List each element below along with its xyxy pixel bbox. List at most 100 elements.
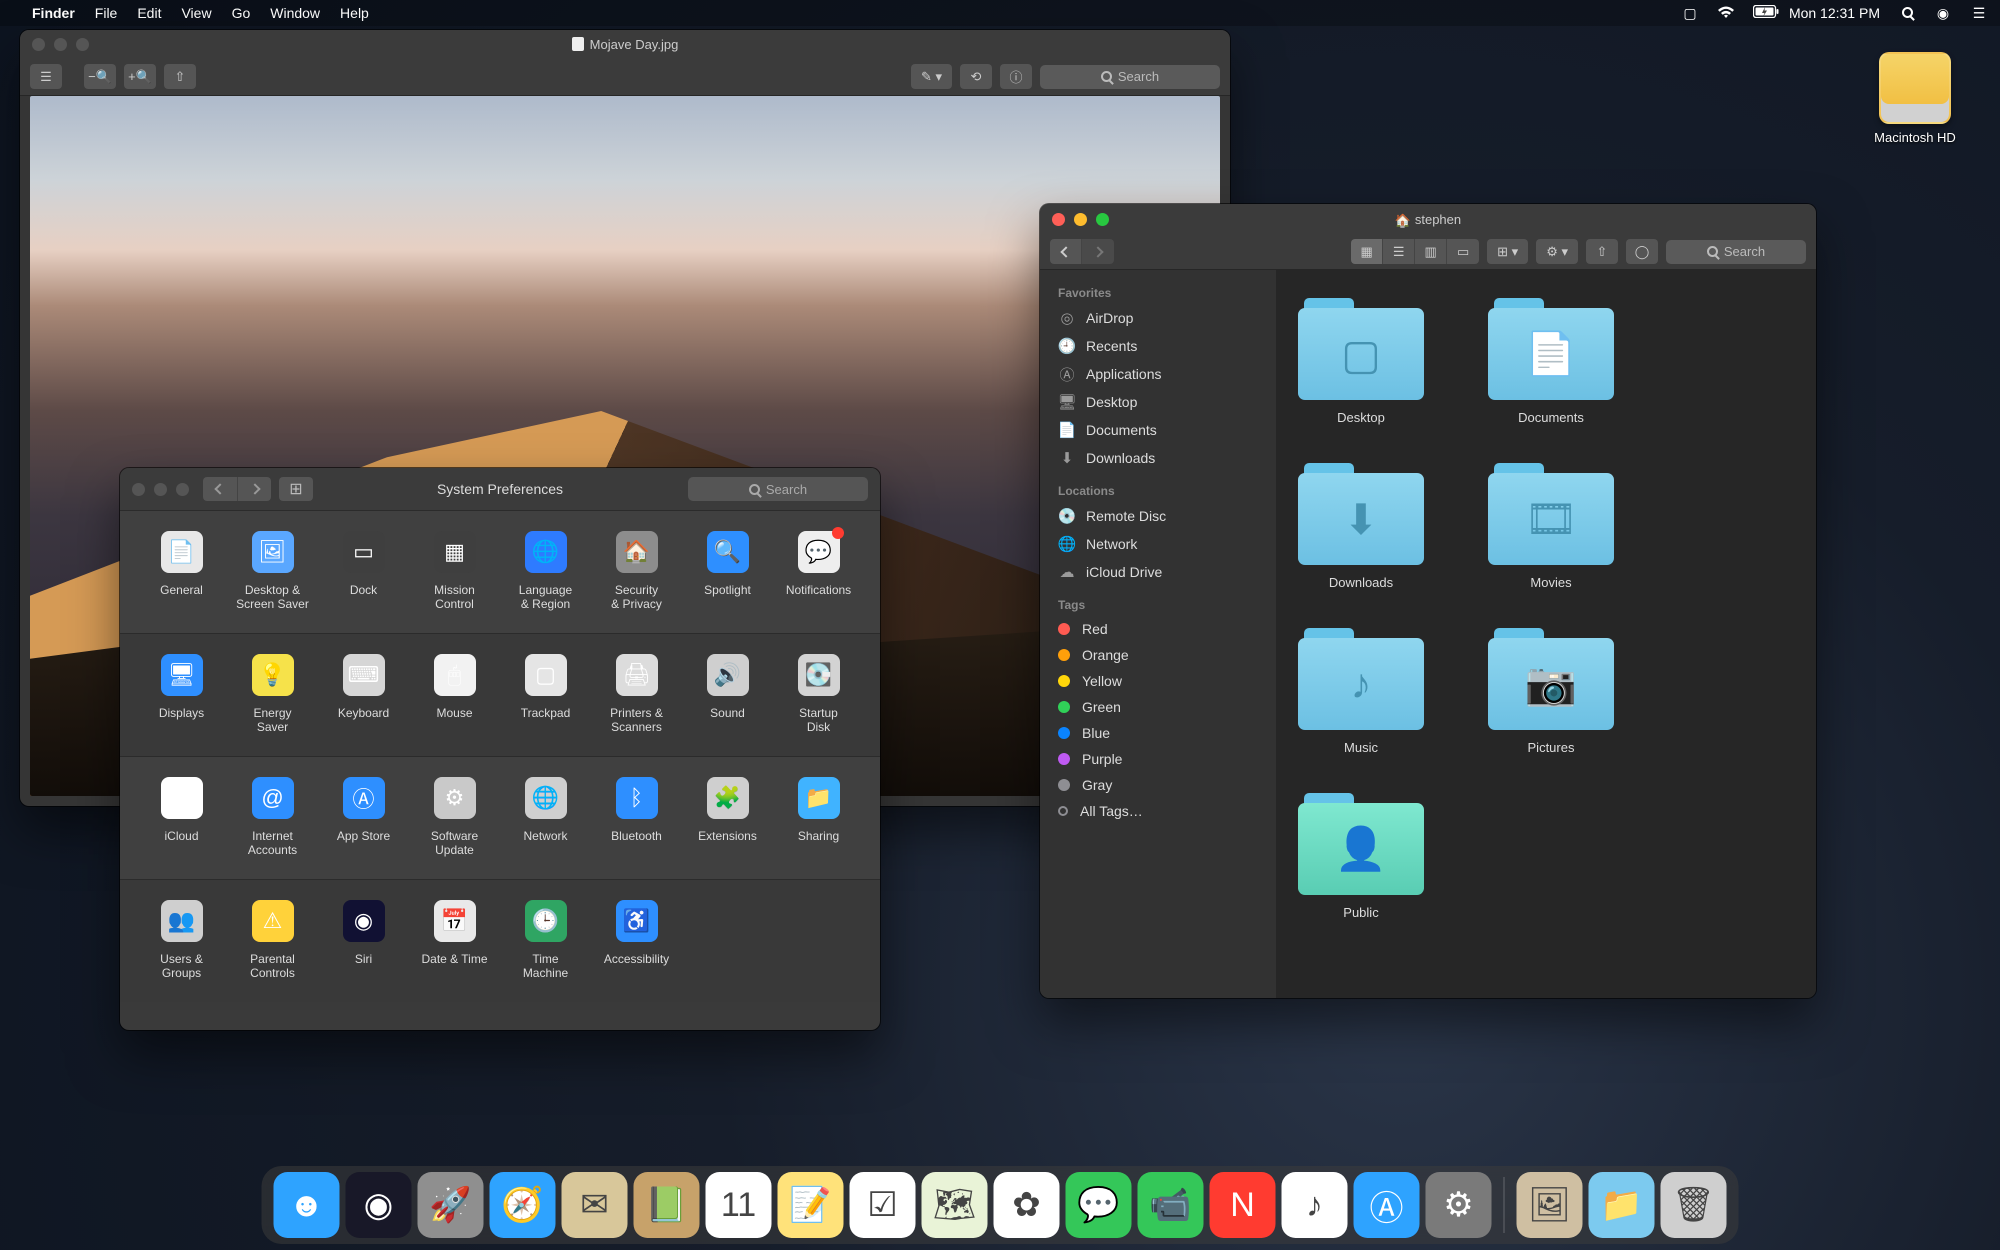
sidebar-item-icloud-drive[interactable]: ☁iCloud Drive <box>1040 558 1276 586</box>
share-button[interactable]: ⇧ <box>164 64 196 89</box>
tags-button[interactable]: ◯ <box>1626 239 1658 264</box>
menu-edit[interactable]: Edit <box>137 5 161 21</box>
prefpane-energy-saver[interactable]: 💡Energy Saver <box>227 654 318 734</box>
zoom-out-button[interactable]: −🔍 <box>84 64 116 89</box>
list-view-button[interactable]: ☰ <box>1383 239 1415 264</box>
prefpane-internet-accounts[interactable]: @Internet Accounts <box>227 777 318 857</box>
prefpane-extensions[interactable]: 🧩Extensions <box>682 777 773 857</box>
dock-item-desktop-mini[interactable]: 🖼 <box>1517 1172 1583 1238</box>
dock-app-mail[interactable]: ✉ <box>562 1172 628 1238</box>
sidebar-tag-blue[interactable]: Blue <box>1040 720 1276 746</box>
prefpane-displays[interactable]: 🖥Displays <box>136 654 227 734</box>
info-button[interactable]: ⓘ <box>1000 64 1032 89</box>
arrange-button[interactable]: ⊞ ▾ <box>1487 239 1528 264</box>
rotate-button[interactable]: ⟲ <box>960 64 992 89</box>
dock-app-system-preferences[interactable]: ⚙ <box>1426 1172 1492 1238</box>
prefpane-siri[interactable]: ◉Siri <box>318 900 409 980</box>
prefpane-security-privacy[interactable]: 🏠Security & Privacy <box>591 531 682 611</box>
dock-app-reminders[interactable]: ☑ <box>850 1172 916 1238</box>
wifi-icon[interactable] <box>1717 5 1735 22</box>
dock-app-photos[interactable]: ✿ <box>994 1172 1060 1238</box>
finder-search-field[interactable]: Search <box>1666 240 1806 264</box>
preview-titlebar[interactable]: Mojave Day.jpg <box>20 30 1230 58</box>
folder-documents[interactable]: 📄Documents <box>1486 298 1616 425</box>
dock-app-safari[interactable]: 🧭 <box>490 1172 556 1238</box>
dock-app-app-store[interactable]: Ⓐ <box>1354 1172 1420 1238</box>
preview-search-field[interactable]: Search <box>1040 65 1220 89</box>
folder-downloads[interactable]: ⬇Downloads <box>1296 463 1426 590</box>
zoom-in-button[interactable]: +🔍 <box>124 64 156 89</box>
dock-app-finder[interactable]: ☻ <box>274 1172 340 1238</box>
prefpane-mission-control[interactable]: ▦Mission Control <box>409 531 500 611</box>
dock-app-news[interactable]: N <box>1210 1172 1276 1238</box>
markup-button[interactable]: ✎ ▾ <box>911 64 952 89</box>
prefpane-app-store[interactable]: ⒶApp Store <box>318 777 409 857</box>
sidebar-item-downloads[interactable]: ⬇Downloads <box>1040 444 1276 472</box>
menu-go[interactable]: Go <box>232 5 251 21</box>
menu-view[interactable]: View <box>181 5 211 21</box>
prefpane-users-groups[interactable]: 👥Users & Groups <box>136 900 227 980</box>
prefpane-bluetooth[interactable]: ᛒBluetooth <box>591 777 682 857</box>
action-button[interactable]: ⚙ ▾ <box>1536 239 1578 264</box>
sysprefs-titlebar[interactable]: ⊞ System Preferences Search <box>120 468 880 510</box>
sidebar-item-desktop[interactable]: 🖥Desktop <box>1040 388 1276 416</box>
prefpane-startup-disk[interactable]: 💽Startup Disk <box>773 654 864 734</box>
prefpane-language-region[interactable]: 🌐Language & Region <box>500 531 591 611</box>
dock-app-calendar[interactable]: 11 <box>706 1172 772 1238</box>
dock-app-messages[interactable]: 💬 <box>1066 1172 1132 1238</box>
sidebar-tag-green[interactable]: Green <box>1040 694 1276 720</box>
menu-help[interactable]: Help <box>340 5 369 21</box>
folder-public[interactable]: 👤Public <box>1296 793 1426 920</box>
dock-app-siri[interactable]: ◉ <box>346 1172 412 1238</box>
folder-pictures[interactable]: 📷Pictures <box>1486 628 1616 755</box>
sidebar-item-applications[interactable]: ⒶApplications <box>1040 360 1276 388</box>
gallery-view-button[interactable]: ▭ <box>1447 239 1479 264</box>
spotlight-icon[interactable] <box>1898 5 1916 21</box>
sidebar-tag-purple[interactable]: Purple <box>1040 746 1276 772</box>
dock-app-itunes[interactable]: ♪ <box>1282 1172 1348 1238</box>
sidebar-item-network[interactable]: 🌐Network <box>1040 530 1276 558</box>
prefpane-sharing[interactable]: 📁Sharing <box>773 777 864 857</box>
sysprefs-search-field[interactable]: Search <box>688 477 868 501</box>
prefpane-accessibility[interactable]: ♿Accessibility <box>591 900 682 980</box>
dock-app-contacts[interactable]: 📗 <box>634 1172 700 1238</box>
prefpane-date-time[interactable]: 📅Date & Time <box>409 900 500 980</box>
folder-movies[interactable]: 🎞Movies <box>1486 463 1616 590</box>
menubar-clock[interactable]: Mon 12:31 PM <box>1789 5 1880 21</box>
menu-window[interactable]: Window <box>270 5 320 21</box>
sidebar-item-airdrop[interactable]: ◎AirDrop <box>1040 304 1276 332</box>
sidebar-toggle-button[interactable]: ☰ <box>30 64 62 89</box>
prefpane-software-update[interactable]: ⚙Software Update <box>409 777 500 857</box>
prefpane-general[interactable]: 📄General <box>136 531 227 611</box>
sidebar-tag-red[interactable]: Red <box>1040 616 1276 642</box>
battery-icon[interactable] <box>1753 5 1771 21</box>
desktop-disk-macintosh-hd[interactable]: Macintosh HD <box>1860 52 1970 145</box>
prefpane-desktop-screen-saver[interactable]: 🖼Desktop & Screen Saver <box>227 531 318 611</box>
app-menu[interactable]: Finder <box>32 5 75 21</box>
prefpane-keyboard[interactable]: ⌨Keyboard <box>318 654 409 734</box>
sidebar-tag-orange[interactable]: Orange <box>1040 642 1276 668</box>
airplay-icon[interactable]: ▢ <box>1681 5 1699 22</box>
prefpane-notifications[interactable]: 💬Notifications <box>773 531 864 611</box>
folder-music[interactable]: ♪Music <box>1296 628 1426 755</box>
siri-menubar-icon[interactable]: ◉ <box>1934 5 1952 22</box>
prefpane-trackpad[interactable]: ▢Trackpad <box>500 654 591 734</box>
back-button[interactable] <box>1050 239 1082 264</box>
sidebar-item-documents[interactable]: 📄Documents <box>1040 416 1276 444</box>
icon-view-button[interactable]: ▦ <box>1351 239 1383 264</box>
dock-item-downloads[interactable]: 📁 <box>1589 1172 1655 1238</box>
sidebar-tag-yellow[interactable]: Yellow <box>1040 668 1276 694</box>
notification-center-icon[interactable]: ☰ <box>1970 5 1988 22</box>
sidebar-tag-all-tags-[interactable]: All Tags… <box>1040 798 1276 824</box>
prefpane-parental-controls[interactable]: ⚠Parental Controls <box>227 900 318 980</box>
prefpane-mouse[interactable]: 🖱Mouse <box>409 654 500 734</box>
prefpane-dock[interactable]: ▭Dock <box>318 531 409 611</box>
prefpane-sound[interactable]: 🔊Sound <box>682 654 773 734</box>
sidebar-item-remote-disc[interactable]: 💿Remote Disc <box>1040 502 1276 530</box>
folder-desktop[interactable]: ▢Desktop <box>1296 298 1426 425</box>
prefpane-icloud[interactable]: ☁iCloud <box>136 777 227 857</box>
dock-app-facetime[interactable]: 📹 <box>1138 1172 1204 1238</box>
prefpane-spotlight[interactable]: 🔍Spotlight <box>682 531 773 611</box>
share-button[interactable]: ⇧ <box>1586 239 1618 264</box>
prefpane-time-machine[interactable]: 🕒Time Machine <box>500 900 591 980</box>
